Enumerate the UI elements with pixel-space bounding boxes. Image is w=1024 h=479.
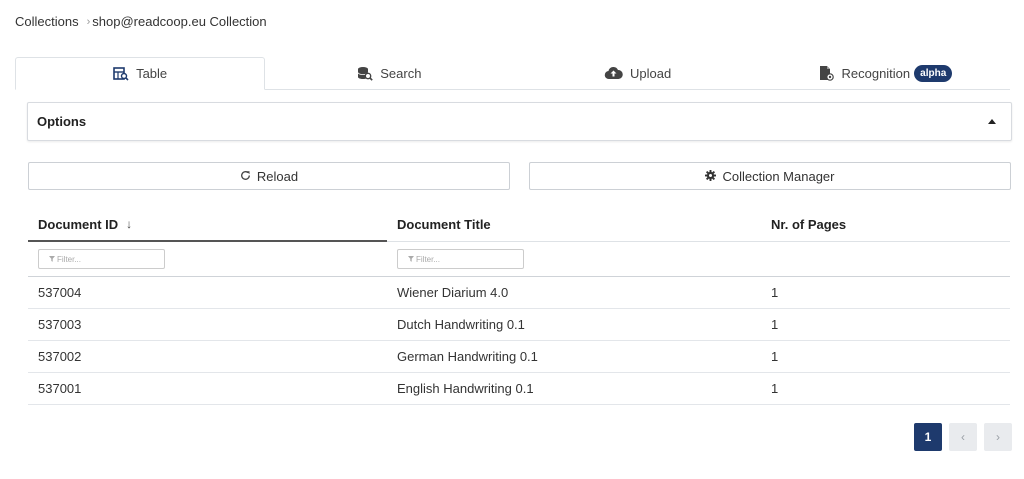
filter-placeholder: Filter...	[416, 254, 441, 264]
cell-document-title: Wiener Diarium 4.0	[397, 285, 509, 300]
tab-upload[interactable]: Upload	[514, 57, 762, 89]
filter-icon	[49, 255, 55, 264]
table-row[interactable]: 537002 German Handwriting 0.1 1	[28, 341, 1010, 373]
table-row[interactable]: 537004 Wiener Diarium 4.0 1	[28, 277, 1010, 309]
collection-manager-button-label: Collection Manager	[722, 168, 835, 184]
refresh-icon	[240, 169, 251, 184]
page-button-1[interactable]: 1	[914, 423, 942, 451]
tab-recognition-label: Recognition	[841, 65, 911, 81]
tab-table-label: Table	[136, 66, 168, 81]
sort-down-icon: ↓	[126, 217, 133, 231]
column-header-label: Nr. of Pages	[771, 217, 847, 232]
filter-cell: Filter...	[387, 249, 761, 269]
cell-document-title: Dutch Handwriting 0.1	[397, 317, 525, 332]
reload-button[interactable]: Reload	[28, 162, 510, 190]
documents-table: Document ID ↓ Document Title Nr. of Page…	[28, 208, 1010, 405]
filter-cell: Filter...	[28, 249, 387, 269]
alpha-badge: alpha	[914, 64, 953, 82]
column-header-label: Document Title	[397, 217, 491, 232]
column-header-document-title[interactable]: Document Title	[387, 208, 761, 241]
filter-icon	[408, 255, 414, 264]
reload-button-label: Reload	[256, 168, 299, 184]
tab-recognition[interactable]: Recognition alpha	[762, 57, 1010, 89]
tab-search[interactable]: Search	[265, 57, 513, 89]
database-search-icon	[357, 66, 374, 81]
breadcrumb-separator: ›	[86, 15, 91, 28]
file-gear-icon	[819, 65, 835, 81]
options-panel-header[interactable]: Options	[27, 102, 1012, 141]
cell-document-title: German Handwriting 0.1	[397, 349, 538, 364]
table-row[interactable]: 537001 English Handwriting 0.1 1	[28, 373, 1010, 405]
column-header-document-id[interactable]: Document ID ↓	[28, 208, 387, 242]
cell-document-id: 537004	[38, 285, 82, 300]
cell-document-id: 537001	[38, 381, 82, 396]
cell-nr-of-pages: 1	[771, 349, 779, 364]
next-page-button[interactable]: ›	[984, 423, 1012, 451]
gear-icon	[705, 169, 717, 184]
caret-up-icon	[988, 119, 996, 124]
column-header-nr-of-pages[interactable]: Nr. of Pages	[761, 208, 1010, 241]
document-id-filter-input[interactable]: Filter...	[38, 249, 165, 269]
cell-nr-of-pages: 1	[771, 285, 779, 300]
cell-document-id: 537002	[38, 349, 82, 364]
tab-table[interactable]: Table	[15, 57, 266, 90]
cell-document-id: 537003	[38, 317, 82, 332]
tab-search-label: Search	[380, 65, 422, 81]
collection-manager-button[interactable]: Collection Manager	[529, 162, 1011, 190]
options-title: Options	[37, 114, 87, 129]
document-title-filter-input[interactable]: Filter...	[397, 249, 524, 269]
breadcrumb: Collections › shop@readcoop.eu Collectio…	[15, 14, 267, 29]
cloud-upload-icon	[604, 66, 623, 80]
cell-nr-of-pages: 1	[771, 381, 779, 396]
breadcrumb-current: shop@readcoop.eu Collection	[92, 14, 267, 29]
pagination: 1 ‹ ›	[914, 423, 1012, 451]
filter-row: Filter... Filter...	[28, 242, 1010, 277]
table-row[interactable]: 537003 Dutch Handwriting 0.1 1	[28, 309, 1010, 341]
table-search-icon	[113, 66, 129, 81]
filter-placeholder: Filter...	[57, 254, 82, 264]
cell-document-title: English Handwriting 0.1	[397, 381, 534, 396]
tab-bar: Table Search Upload Recognition alpha	[15, 57, 1010, 90]
cell-nr-of-pages: 1	[771, 317, 779, 332]
tab-upload-label: Upload	[630, 65, 672, 81]
breadcrumb-collections-link[interactable]: Collections	[15, 14, 79, 29]
table-header: Document ID ↓ Document Title Nr. of Page…	[28, 208, 1010, 242]
column-header-label: Document ID	[38, 216, 119, 232]
previous-page-button[interactable]: ‹	[949, 423, 977, 451]
